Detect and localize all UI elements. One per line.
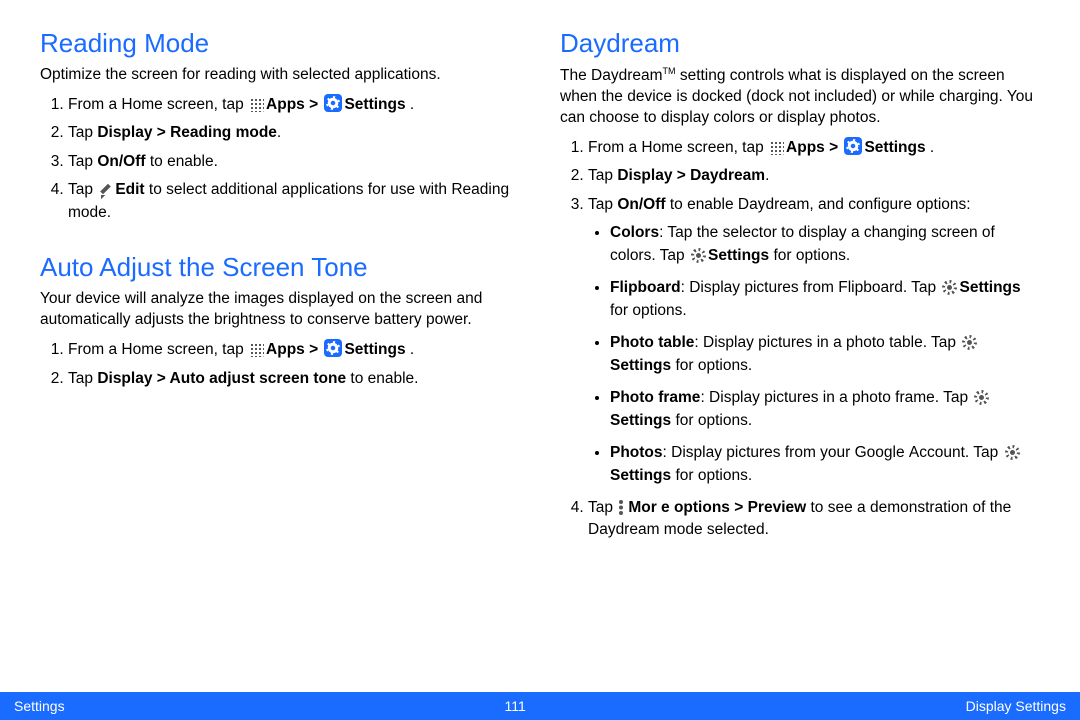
text: From a Home screen, tap xyxy=(588,139,768,156)
text: Display > Daydream xyxy=(617,167,765,184)
text: Settings xyxy=(344,341,405,358)
text: Colors xyxy=(610,224,659,241)
text: Tap xyxy=(588,167,617,184)
apps-icon xyxy=(249,342,264,357)
text: Display > Auto adjust screen tone xyxy=(97,370,346,387)
footer-right: Display Settings xyxy=(966,698,1066,714)
auto-steps: From a Home screen, tap Apps > Settings … xyxy=(40,339,520,390)
text: Mor e options > Preview xyxy=(628,499,806,516)
list-item: Photo frame: Display pictures in a photo… xyxy=(610,387,1040,432)
trademark: TM xyxy=(663,66,676,76)
list-item: Tap Display > Auto adjust screen tone to… xyxy=(68,368,520,390)
more-options-icon xyxy=(619,500,624,515)
heading-reading-mode: Reading Mode xyxy=(40,28,520,59)
text: for options. xyxy=(671,412,752,429)
text: From a Home screen, tap xyxy=(68,341,248,358)
list-item: Photos: Display pictures from your Googl… xyxy=(610,442,1040,487)
text: to enable Daydream, and configure option… xyxy=(666,196,971,213)
text: Photo frame xyxy=(610,389,700,406)
edit-icon xyxy=(99,183,113,197)
list-item: Photo table: Display pictures in a photo… xyxy=(610,332,1040,377)
list-item: Tap Edit to select additional applicatio… xyxy=(68,179,520,224)
text: Settings xyxy=(864,139,925,156)
gear-icon xyxy=(1005,445,1020,460)
reading-intro: Optimize the screen for reading with sel… xyxy=(40,65,520,86)
text: Tap xyxy=(588,196,617,213)
list-item: Tap Display > Daydream. xyxy=(588,165,1040,187)
footer-page-number: 111 xyxy=(504,698,525,714)
text: to enable. xyxy=(146,153,218,170)
daydream-intro: The DaydreamTM setting controls what is … xyxy=(560,65,1040,129)
list-item: Flipboard: Display pictures from Flipboa… xyxy=(610,277,1040,322)
text: From a Home screen, tap xyxy=(68,96,248,113)
auto-intro: Your device will analyze the images disp… xyxy=(40,289,520,331)
text: Tap xyxy=(68,181,97,198)
text: . xyxy=(406,341,415,358)
text: Settings xyxy=(610,412,671,429)
daydream-steps: From a Home screen, tap Apps > Settings … xyxy=(560,137,1040,542)
page-body: Reading Mode Optimize the screen for rea… xyxy=(0,0,1080,680)
reading-steps: From a Home screen, tap Apps > Settings … xyxy=(40,94,520,224)
text: Apps > xyxy=(266,96,322,113)
text: Settings xyxy=(708,247,769,264)
text: . xyxy=(926,139,935,156)
settings-icon xyxy=(324,339,342,357)
text: : Display pictures from Flipboard. Tap xyxy=(681,279,941,296)
list-item: Tap Display > Reading mode. xyxy=(68,122,520,144)
gear-icon xyxy=(974,390,989,405)
left-column: Reading Mode Optimize the screen for rea… xyxy=(40,28,520,680)
text: Flipboard xyxy=(610,279,681,296)
text: Tap xyxy=(68,153,97,170)
gear-icon xyxy=(691,248,706,263)
list-item: Colors: Tap the selector to display a ch… xyxy=(610,222,1040,267)
text: Tap xyxy=(68,124,97,141)
text: Apps > xyxy=(266,341,322,358)
list-item: Tap Mor e options > Preview to see a dem… xyxy=(588,497,1040,542)
text: for options. xyxy=(671,467,752,484)
text: Settings xyxy=(959,279,1020,296)
text: . xyxy=(277,124,281,141)
settings-icon xyxy=(324,94,342,112)
text: Settings xyxy=(344,96,405,113)
gear-icon xyxy=(962,335,977,350)
right-column: Daydream The DaydreamTM setting controls… xyxy=(560,28,1040,680)
daydream-options: Colors: Tap the selector to display a ch… xyxy=(588,222,1040,487)
text: . xyxy=(406,96,415,113)
heading-daydream: Daydream xyxy=(560,28,1040,59)
text: Display > Reading mode xyxy=(97,124,277,141)
list-item: Tap On/Off to enable. xyxy=(68,151,520,173)
list-item: From a Home screen, tap Apps > Settings … xyxy=(588,137,1040,159)
list-item: From a Home screen, tap Apps > Settings … xyxy=(68,94,520,116)
text: On/Off xyxy=(97,153,145,170)
text: Settings xyxy=(610,467,671,484)
text: Photo table xyxy=(610,334,694,351)
text: for options. xyxy=(671,357,752,374)
list-item: From a Home screen, tap Apps > Settings … xyxy=(68,339,520,361)
text: On/Off xyxy=(617,196,665,213)
page-footer: Settings 111 Display Settings xyxy=(0,692,1080,720)
footer-left: Settings xyxy=(14,698,65,714)
text: to enable. xyxy=(346,370,418,387)
text: : Display pictures from your Google Acco… xyxy=(663,444,1003,461)
apps-icon xyxy=(769,140,784,155)
text: Tap xyxy=(68,370,97,387)
text: : Display pictures in a photo table. Tap xyxy=(694,334,960,351)
settings-icon xyxy=(844,137,862,155)
text: for options. xyxy=(610,302,687,319)
text: Tap xyxy=(588,499,617,516)
text: : Display pictures in a photo frame. Tap xyxy=(700,389,972,406)
text: Apps > xyxy=(786,139,842,156)
heading-auto-adjust: Auto Adjust the Screen Tone xyxy=(40,252,520,283)
text: Photos xyxy=(610,444,663,461)
apps-icon xyxy=(249,97,264,112)
list-item: Tap On/Off to enable Daydream, and confi… xyxy=(588,194,1040,487)
text: The Daydream xyxy=(560,67,663,84)
text: Settings xyxy=(610,357,671,374)
text: for options. xyxy=(769,247,850,264)
text: . xyxy=(765,167,769,184)
gear-icon xyxy=(942,280,957,295)
text: Edit xyxy=(115,181,144,198)
